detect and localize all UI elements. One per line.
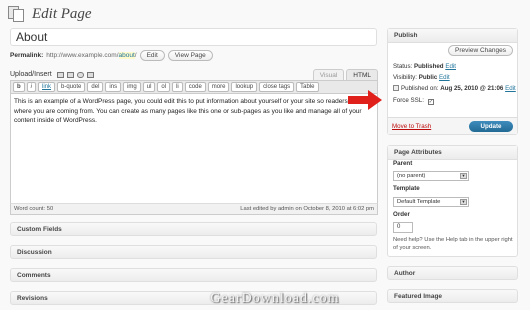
permalink-row: Permalink: http://www.example.com/about/… bbox=[10, 49, 213, 61]
chevron-down-icon: ▼ bbox=[460, 199, 467, 205]
page-title: Edit Page bbox=[32, 5, 92, 22]
qt-ul-button[interactable]: ul bbox=[142, 82, 156, 92]
attributes-help-text: Need help? Use the Help tab in the upper… bbox=[393, 237, 513, 251]
add-video-icon[interactable] bbox=[66, 71, 74, 78]
publish-visibility: Visibility: Public Edit bbox=[393, 74, 450, 81]
publish-date: Published on: Aug 25, 2010 @ 21:06 Edit bbox=[393, 85, 516, 92]
qt-ins-button[interactable]: ins bbox=[105, 82, 122, 92]
force-ssl-checkbox[interactable]: ✓ bbox=[427, 99, 434, 105]
update-button[interactable]: Update bbox=[469, 121, 513, 132]
chevron-down-icon: ▼ bbox=[460, 173, 467, 179]
publish-box: Publish Preview Changes Status: Publishe… bbox=[387, 28, 518, 135]
view-page-button[interactable]: View Page bbox=[167, 49, 213, 61]
quicktags-toolbar: b i link b-quote del ins img ul ol li co… bbox=[11, 81, 377, 94]
page-attributes-title[interactable]: Page Attributes bbox=[388, 146, 517, 160]
title-input[interactable]: About bbox=[10, 28, 377, 46]
order-input[interactable]: 0 bbox=[393, 222, 413, 233]
order-label: Order bbox=[393, 211, 410, 218]
word-count: Word count: 50 bbox=[14, 206, 54, 212]
qt-bold-button[interactable]: b bbox=[13, 82, 25, 92]
annotation-arrow-icon bbox=[348, 90, 382, 110]
permalink-edit-button[interactable]: Edit bbox=[139, 49, 165, 61]
watermark: GearDownload.com bbox=[210, 291, 340, 306]
publish-status-value: Published bbox=[414, 63, 444, 70]
metabox-discussion[interactable]: Discussion bbox=[10, 245, 377, 259]
force-ssl-label: Force SSL: bbox=[393, 97, 424, 104]
parent-select[interactable]: (no parent) ▼ bbox=[393, 171, 469, 181]
publish-visibility-value: Public bbox=[418, 74, 438, 81]
template-select[interactable]: Default Template ▼ bbox=[393, 197, 469, 207]
qt-blockquote-button[interactable]: b-quote bbox=[57, 82, 86, 92]
publish-status: Status: Published Edit bbox=[393, 63, 456, 70]
preview-changes-button[interactable]: Preview Changes bbox=[448, 45, 513, 56]
upload-insert-label: Upload/Insert bbox=[10, 71, 52, 78]
permalink-url: http://www.example.com/about/ bbox=[46, 51, 137, 59]
tab-visual[interactable]: Visual bbox=[312, 68, 345, 81]
qt-li-button[interactable]: li bbox=[172, 82, 183, 92]
template-label: Template bbox=[393, 185, 420, 192]
content-editor: b i link b-quote del ins img ul ol li co… bbox=[10, 80, 378, 215]
publish-box-title[interactable]: Publish bbox=[388, 29, 517, 43]
page-header: Edit Page bbox=[8, 4, 92, 24]
publish-date-value: Aug 25, 2010 @ 21:06 bbox=[440, 85, 504, 92]
editor-textarea[interactable]: This is an example of a WordPress page, … bbox=[11, 94, 377, 129]
edit-status-link[interactable]: Edit bbox=[445, 63, 456, 70]
qt-ol-button[interactable]: ol bbox=[157, 82, 171, 92]
qt-lookup-button[interactable]: lookup bbox=[231, 82, 258, 92]
qt-table-button[interactable]: Table bbox=[296, 82, 319, 92]
page-icon bbox=[8, 6, 26, 22]
publish-actions: Move to Trash Update bbox=[388, 117, 517, 134]
editor-status-bar: Word count: 50 Last edited by admin on O… bbox=[10, 203, 378, 215]
qt-close-tags-button[interactable]: close tags bbox=[259, 82, 295, 92]
qt-code-button[interactable]: code bbox=[184, 82, 206, 92]
metabox-custom-fields[interactable]: Custom Fields bbox=[10, 222, 377, 236]
qt-del-button[interactable]: del bbox=[87, 82, 104, 92]
edit-date-link[interactable]: Edit bbox=[505, 85, 516, 92]
last-edited: Last edited by admin on October 8, 2010 … bbox=[240, 206, 374, 212]
force-ssl-row: Force SSL: ✓ bbox=[393, 97, 434, 105]
upload-insert-row: Upload/Insert Visual HTML bbox=[10, 68, 378, 81]
metabox-comments[interactable]: Comments bbox=[10, 268, 377, 282]
parent-label: Parent bbox=[393, 160, 413, 167]
add-media-icon[interactable] bbox=[86, 71, 94, 78]
qt-img-button[interactable]: img bbox=[123, 82, 141, 92]
permalink-slug[interactable]: about bbox=[118, 51, 135, 59]
move-to-trash-link[interactable]: Move to Trash bbox=[392, 123, 431, 130]
calendar-icon bbox=[393, 85, 399, 91]
add-audio-icon[interactable] bbox=[76, 71, 84, 78]
add-image-icon[interactable] bbox=[56, 71, 64, 78]
permalink-label: Permalink: bbox=[10, 51, 44, 59]
edit-visibility-link[interactable]: Edit bbox=[439, 74, 450, 81]
featured-image-box[interactable]: Featured Image bbox=[387, 289, 518, 303]
qt-more-button[interactable]: more bbox=[207, 82, 230, 92]
author-box[interactable]: Author bbox=[387, 266, 518, 280]
qt-link-button[interactable]: link bbox=[38, 82, 56, 92]
qt-italic-button[interactable]: i bbox=[26, 82, 37, 92]
tab-html[interactable]: HTML bbox=[346, 68, 378, 81]
